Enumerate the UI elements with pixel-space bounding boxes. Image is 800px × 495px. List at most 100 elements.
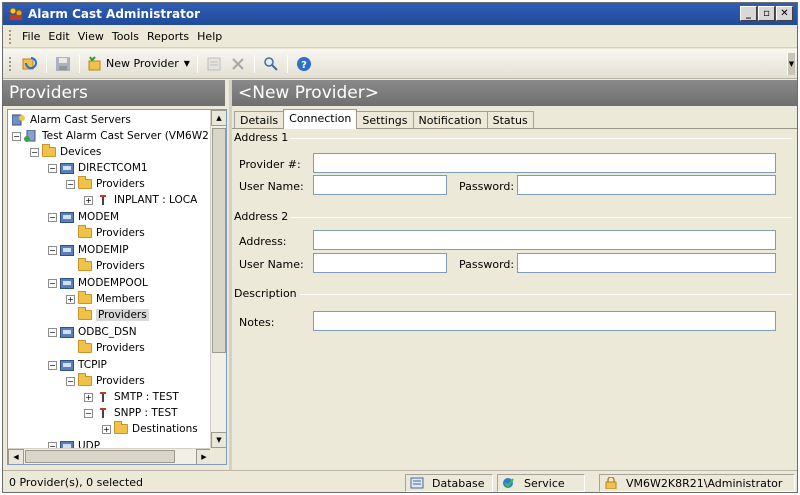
tree-horizontal-scrollbar[interactable]: ◀ ▶ [8,448,212,464]
toolbar-overflow-icon[interactable]: ▼ [787,53,795,75]
user-label: VM6W2K8R21\Administrator [626,476,783,490]
tree-node-udp[interactable]: − UDP [48,438,100,448]
collapse-icon[interactable]: − [48,245,57,255]
database-icon [410,477,424,489]
expand-icon[interactable]: + [102,424,111,434]
toolbar-separator [79,54,80,73]
tree-node-providers[interactable]: − Providers [66,176,145,192]
dropdown-arrow-icon[interactable]: ▼ [184,59,190,68]
server-icon [24,130,38,142]
menu-view[interactable]: View [74,30,108,43]
password-input[interactable] [517,175,776,195]
tab-status[interactable]: Status [486,111,534,129]
new-provider-icon [88,55,101,70]
collapse-icon[interactable]: − [84,408,93,418]
collapse-icon[interactable]: − [48,360,57,370]
tree-node-devices[interactable]: − Devices [30,144,101,160]
tree-node-modempool[interactable]: − MODEMPOOL [48,275,148,291]
collapse-icon[interactable]: − [30,147,39,157]
connection-tab-panel: Address 1 Provider #: User Name: Passwor… [232,128,797,470]
scroll-down-icon[interactable]: ▼ [211,432,226,448]
expand-icon[interactable]: + [84,195,93,205]
tree-node-modem[interactable]: − MODEM [48,209,119,225]
scroll-left-icon[interactable]: ◀ [8,449,24,464]
tree-node-server[interactable]: − Test Alarm Cast Server (VM6W2 [12,128,209,144]
properties-icon[interactable] [204,54,224,74]
tab-connection[interactable]: Connection [283,109,358,129]
collapse-icon[interactable]: − [12,131,21,141]
provider-tree[interactable]: Alarm Cast Servers − Test Alarm Cast Ser… [7,109,227,465]
expand-icon[interactable]: + [84,392,93,402]
refresh-icon[interactable] [20,54,40,74]
tree-node-modemip[interactable]: − MODEMIP [48,242,129,258]
group-divider [300,294,792,295]
device-icon [60,277,74,289]
menu-reports[interactable]: Reports [143,30,193,43]
collapse-icon[interactable]: − [48,327,57,337]
menu-edit[interactable]: Edit [44,30,73,43]
close-button[interactable]: ✕ [776,6,793,21]
tree-node-odbc-dsn[interactable]: − ODBC_DSN [48,324,137,340]
provider-icon [96,407,110,419]
minimize-button[interactable]: _ [740,6,757,21]
provider-icon [96,391,110,403]
collapse-icon[interactable]: − [66,376,75,386]
tab-strip: Details Connection Settings Notification… [234,109,534,129]
servers-icon [12,114,26,126]
collapse-icon[interactable]: − [48,163,57,173]
tab-details[interactable]: Details [234,111,285,129]
app-icon [9,7,23,20]
group-divider [290,217,792,218]
address-input[interactable] [313,230,776,250]
lock-icon [605,477,617,489]
tree-label: DIRECTCOM1 [78,162,148,174]
help-icon[interactable]: ? [294,54,314,74]
tree-node-root[interactable]: Alarm Cast Servers [12,112,131,128]
menu-file[interactable]: File [18,30,44,43]
delete-icon[interactable] [228,54,248,74]
tree-node-snpp[interactable]: − SNPP : TEST [84,405,178,421]
scroll-up-icon[interactable]: ▲ [211,110,226,126]
collapse-icon[interactable]: − [66,179,75,189]
tree-node-inplant[interactable]: + INPLANT : LOCA [84,192,197,208]
device-icon [60,211,74,223]
password-2-input[interactable] [517,253,776,273]
tree-vertical-scrollbar[interactable]: ▲ ▼ [210,110,226,448]
tree-node-providers[interactable]: Providers [78,340,145,356]
tree-node-providers[interactable]: Providers [78,258,145,274]
maximize-button[interactable]: ▫ [758,6,775,21]
tree-content: Alarm Cast Servers − Test Alarm Cast Ser… [8,110,212,448]
tree-node-directcom1[interactable]: − DIRECTCOM1 [48,160,148,176]
user-name-2-input[interactable] [313,253,447,273]
expand-icon[interactable]: + [66,294,75,304]
tab-settings[interactable]: Settings [356,111,414,129]
tree-node-providers[interactable]: Providers [78,225,145,241]
tree-label: Providers [96,375,145,387]
menu-tools[interactable]: Tools [108,30,143,43]
device-icon [60,326,74,338]
menu-help[interactable]: Help [193,30,226,43]
selection-status: 0 Provider(s), 0 selected [9,476,144,489]
collapse-icon[interactable]: − [48,212,57,222]
status-bar: 0 Provider(s), 0 selected Database Servi… [3,470,797,492]
provider-number-input[interactable] [313,153,776,173]
device-icon [60,162,74,174]
tree-node-members[interactable]: + Members [66,291,145,307]
scroll-thumb[interactable] [212,128,226,353]
tree-node-providers[interactable]: − Providers [66,373,145,389]
tab-notification[interactable]: Notification [412,111,488,129]
save-icon[interactable] [53,54,73,74]
tree-node-providers-selected[interactable]: Providers [78,307,149,323]
collapse-icon[interactable]: − [48,278,57,288]
notes-input[interactable] [313,311,776,331]
tree-label: Destinations [132,423,198,435]
tree-label: UDP [78,440,101,448]
tree-label: Test Alarm Cast Server (VM6W2 [42,130,209,142]
find-icon[interactable] [261,54,281,74]
user-name-input[interactable] [313,175,447,195]
tree-node-destinations[interactable]: + Destinations [102,421,198,437]
new-provider-button[interactable]: New Provider ▼ [84,55,193,72]
scroll-thumb[interactable] [25,450,175,463]
tree-node-smtp[interactable]: + SMTP : TEST [84,389,179,405]
tree-node-tcpip[interactable]: − TCPIP [48,357,107,373]
